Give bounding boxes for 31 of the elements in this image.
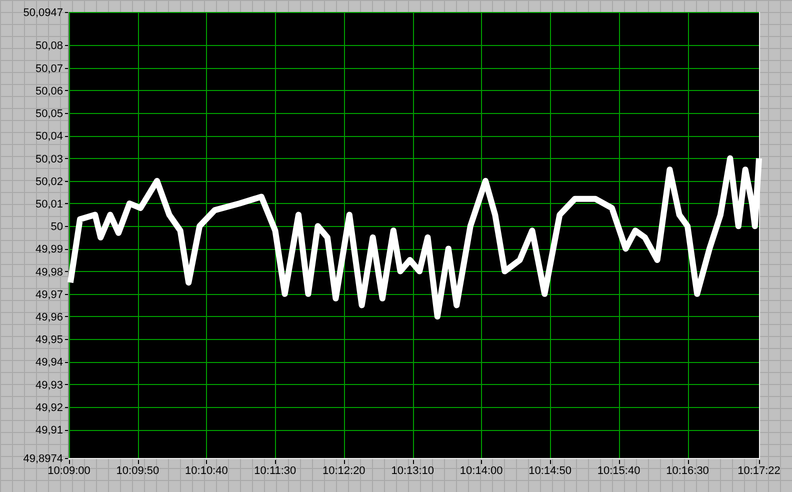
x-tick-label: 10:09:50 bbox=[116, 465, 160, 477]
y-tick-label: 50,07 bbox=[35, 62, 63, 75]
y-tick-label: 50,0947 bbox=[23, 7, 63, 19]
y-tick-label: 50,02 bbox=[35, 176, 63, 188]
y-tick-label: 49,98 bbox=[35, 266, 63, 278]
y-tick-label: 49,94 bbox=[35, 356, 63, 369]
y-tick-label: 49,91 bbox=[35, 424, 63, 437]
x-tick-label: 10:14:50 bbox=[528, 465, 572, 477]
y-tick-label: 49,96 bbox=[35, 312, 63, 324]
y-tick-label: 50 bbox=[50, 221, 63, 234]
x-tick-label: 10:15:40 bbox=[597, 465, 640, 477]
y-tick-label: 50,08 bbox=[35, 40, 63, 52]
y-tick-label: 49,97 bbox=[35, 288, 63, 301]
x-tick-label: 10:11:30 bbox=[254, 465, 296, 477]
y-tick-label: 49,92 bbox=[35, 402, 63, 414]
y-tick-label: 49,99 bbox=[35, 244, 63, 256]
x-tick-label: 10:10:40 bbox=[185, 465, 228, 477]
y-tick-label: 50,04 bbox=[35, 130, 63, 143]
y-tick-label: 50,06 bbox=[35, 85, 63, 98]
x-tick-label: 10:17:22 bbox=[738, 465, 780, 477]
x-tick-label: 10:16:30 bbox=[666, 465, 709, 477]
x-tick-label: 10:09:00 bbox=[48, 465, 90, 477]
x-tick-label: 10:12:20 bbox=[322, 465, 366, 477]
y-tick-label: 49,93 bbox=[35, 379, 63, 392]
y-tick-label: 50,03 bbox=[35, 153, 63, 166]
x-tick-label: 10:13:10 bbox=[391, 465, 434, 477]
y-tick-label: 50,01 bbox=[35, 198, 63, 210]
y-tick-label: 49,8974 bbox=[23, 453, 63, 465]
y-tick-label: 49,95 bbox=[35, 334, 63, 346]
y-tick-label: 50,05 bbox=[35, 108, 63, 120]
x-tick-label: 10:14:00 bbox=[460, 465, 503, 477]
